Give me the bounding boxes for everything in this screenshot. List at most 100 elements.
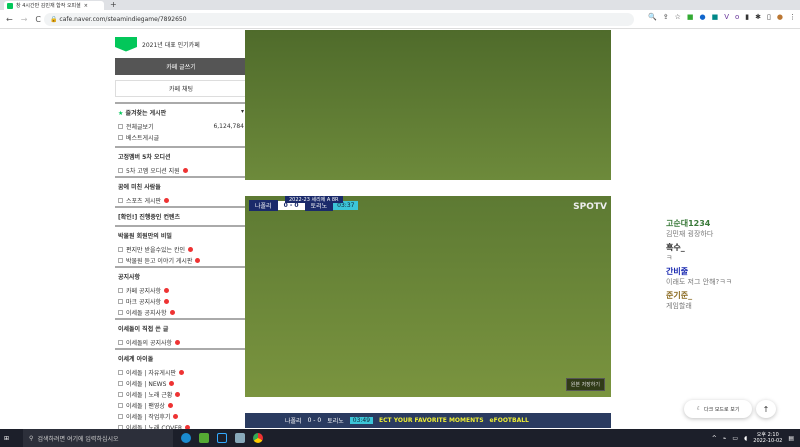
back-button[interactable]: ← [6, 15, 13, 24]
notification-icon[interactable]: ▤ [788, 435, 794, 442]
app-icon[interactable] [235, 433, 246, 443]
chat-username[interactable]: 간비줄 [666, 266, 796, 277]
bookmark-star-icon[interactable]: ☆ [675, 13, 681, 21]
board-group-header[interactable]: 이세돌이 직접 쓴 글 [115, 318, 247, 337]
zoom-icon[interactable]: 🔍 [648, 13, 657, 21]
board-item[interactable]: 스포츠 게시판 [115, 195, 247, 206]
network-icon[interactable]: ⌁ [723, 435, 727, 442]
group-title: 박물원 회원만의 비밀 [118, 233, 172, 240]
board-icon [118, 381, 123, 386]
chat-text: 게임할래 [666, 302, 692, 310]
home-team: 나폴리 [285, 418, 302, 425]
post-image-match-screenshot[interactable]: 나폴리 0 - 0 토리노 03:49 ECT YOUR FAVORITE MOME… [245, 413, 611, 428]
board-group-header[interactable]: [확인!] 진행중인 컨텐츠 [115, 206, 247, 225]
board-item[interactable]: 이세돌 | 작업후기 [115, 411, 247, 422]
sidepanel-icon[interactable]: ▯ [767, 13, 771, 21]
board-group-header[interactable]: 꿈에 미친 사람들 [115, 176, 247, 195]
search-icon: ⚲ [29, 434, 34, 442]
board-icon [118, 258, 123, 263]
board-item[interactable]: 이세돌 공지사항 [115, 307, 247, 318]
extension-icon[interactable]: ● [699, 13, 705, 21]
board-item[interactable]: 이세돌 | 노래 근황 [115, 389, 247, 400]
board-item[interactable]: 편지만 받을수있는 칸인 [115, 244, 247, 255]
extension-icon[interactable]: ▮ [745, 13, 749, 21]
board-group-header[interactable]: 공지사항 [115, 266, 247, 285]
chat-message: 고순대1234 김민재 굉장하다 [666, 218, 796, 239]
board-icon [118, 247, 123, 252]
board-item[interactable]: 이세돌의 공지사항 [115, 337, 247, 348]
chat-panel: 고순대1234 김민재 굉장하다흑수_ ㅋ 간비줄 이래도 저그 안해?ㅋㅋ 준기준_ 게임… [666, 218, 796, 314]
extensions: 🔍 ⇪ ☆ ■ ● ■ Vo ▮ ✱ ▯ ● ⋮ [648, 13, 796, 21]
chevron-up-icon[interactable]: ^ [712, 435, 717, 442]
board-item[interactable]: 이세돌 | NEWS [115, 378, 247, 389]
chrome-icon[interactable] [253, 433, 264, 443]
extension-icon[interactable]: ■ [712, 13, 719, 21]
chevron-down-icon: ▾ [240, 108, 244, 115]
group-title: 꿈에 미친 사람들 [118, 184, 161, 191]
board-icon [118, 135, 123, 140]
windows-start-icon[interactable]: ⊞ [4, 435, 9, 442]
clock[interactable]: 오후 2:10 2022-10-02 [753, 432, 782, 444]
chat-message: 준기준_ 게임할래 [666, 290, 796, 311]
board-icon [118, 370, 123, 375]
board-item[interactable]: 이세돌 | 자유게시판 [115, 367, 247, 378]
close-tab-icon[interactable]: × [84, 3, 88, 9]
chat-username[interactable]: 고순대1234 [666, 218, 796, 229]
board-item[interactable]: 박물원 듣고 이야기 게시판 [115, 255, 247, 266]
cafe-sidebar: 2021년 대표 인기카페 카페 글쓰기 카페 채팅 ★ 즐겨찾는 게시판 ▾ 전… [115, 30, 247, 433]
reload-button[interactable]: C [35, 15, 41, 24]
board-group-header[interactable]: 이세계 아이돌 [115, 348, 247, 367]
keyboard-icon[interactable]: ▭ [732, 435, 738, 442]
share-icon[interactable]: ⇪ [663, 13, 669, 21]
board-best[interactable]: 베스트게시글 [115, 132, 247, 143]
save-original-button[interactable]: 원본 저장하기 [565, 378, 605, 391]
chat-username[interactable]: 준기준_ [666, 290, 796, 301]
url-text: cafe.naver.com/steamindiegame/7892650 [59, 16, 187, 23]
write-post-button[interactable]: 카페 글쓰기 [115, 58, 247, 75]
app-icon[interactable] [217, 433, 228, 443]
cafe-chat-button[interactable]: 카페 채팅 [115, 80, 247, 97]
volume-icon[interactable]: ◖ [744, 435, 747, 442]
match-time: 03:49 [349, 417, 374, 424]
board-group-header[interactable]: 고정멤버 5차 오디션 [115, 146, 247, 165]
dark-mode-button[interactable]: ☾ 다크 모드로 보기 [684, 400, 752, 418]
browser-tab[interactable]: 창 4시간만 김민재 합작 오피셜 × [4, 1, 104, 10]
extension-icon[interactable]: V [724, 13, 729, 21]
new-badge-icon [167, 403, 173, 408]
url-input[interactable]: 🔒 cafe.naver.com/steamindiegame/7892650 [44, 13, 634, 26]
chat-text: 김민재 굉장하다 [666, 230, 714, 238]
board-label: 이세돌 | 노래 근황 [126, 392, 173, 399]
extension-icon[interactable]: o [735, 13, 739, 21]
board-label: 마크 공지사항 [126, 299, 162, 306]
date: 2022-10-02 [753, 438, 783, 444]
forward-button[interactable]: → [21, 15, 28, 24]
post-image-match-screenshot[interactable]: 나폴리 0 - 0 토리노 03:37 2022-23 세리에 A 8R SPO… [245, 196, 611, 397]
board-item[interactable]: 카페 공지사항 [115, 285, 247, 296]
board-item[interactable]: 마크 공지사항 [115, 296, 247, 307]
chat-message: 흑수_ ㅋ [666, 242, 796, 263]
extension-icon[interactable]: ■ [687, 13, 694, 21]
chat-username[interactable]: 흑수_ [666, 242, 796, 253]
scroll-top-button[interactable]: ↑ [756, 400, 776, 418]
board-all-posts[interactable]: 전체글보기 6,124,784 [115, 121, 247, 132]
moon-icon: ☾ [696, 406, 702, 412]
edge-icon[interactable] [181, 433, 192, 443]
chat-message: 간비줄 이래도 저그 안해?ㅋㅋ [666, 266, 796, 287]
puzzle-icon[interactable]: ✱ [755, 13, 761, 21]
post-image-soccer-field[interactable] [245, 30, 611, 180]
favorites-header[interactable]: ★ 즐겨찾는 게시판 ▾ [115, 102, 247, 121]
cafe-favicon [7, 2, 13, 9]
board-item[interactable]: 5차 고멤 오디션 지원 [115, 165, 247, 176]
home-team: 나폴리 [249, 200, 278, 211]
new-tab-button[interactable]: + [110, 0, 117, 9]
minecraft-icon[interactable] [199, 433, 210, 443]
board-label: 이세돌 | 자유게시판 [126, 370, 176, 377]
taskbar-search[interactable]: ⚲ 검색하려면 여기에 입력하십시오 [23, 429, 174, 447]
menu-icon[interactable]: ⋮ [789, 13, 796, 21]
new-badge-icon [188, 247, 194, 252]
board-item[interactable]: 이세돌 | 팬영상 [115, 400, 247, 411]
profile-avatar[interactable]: ● [777, 13, 783, 21]
board-label: 전체글보기 [126, 124, 154, 131]
board-group-header[interactable]: 박물원 회원만의 비밀 [115, 225, 247, 244]
group-title: 이세돌이 직접 쓴 글 [118, 326, 169, 333]
